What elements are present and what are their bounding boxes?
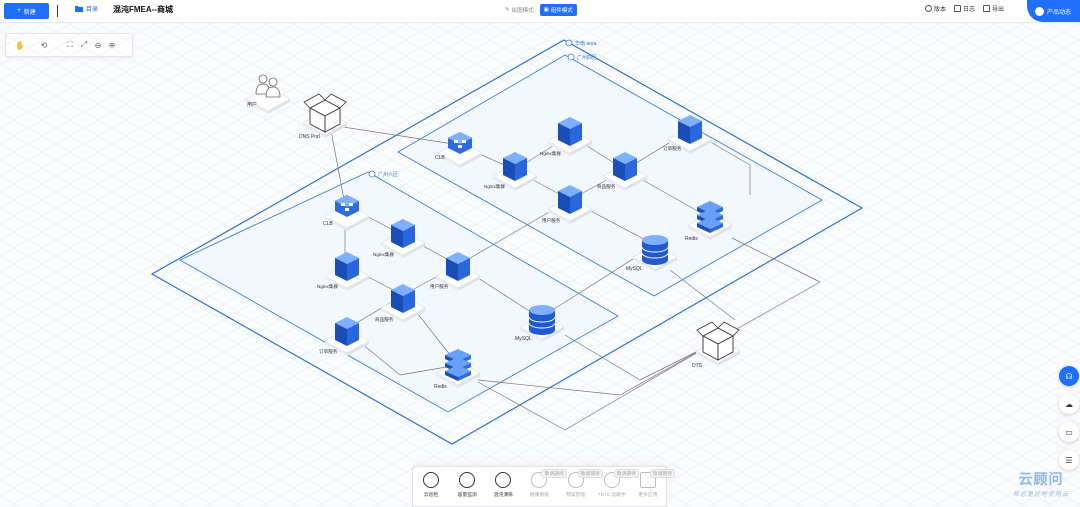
dock-item-label: 健康看板 (529, 493, 550, 498)
plus-icon: + (17, 8, 21, 14)
version-button[interactable]: 版本 (925, 4, 946, 13)
app-dock: 云巡检 容量监测 混沌演练 敬请期待 健康看板 敬请期待 预案管理 敬请期待 T… (412, 466, 676, 507)
export-label: 导出 (992, 7, 1005, 13)
zone-bottom-user-service-label: 用户服务 (430, 283, 449, 290)
directory-button[interactable]: 目录 (75, 4, 98, 13)
dock-item-chaos[interactable]: 混沌演练 (488, 472, 518, 498)
side-actions: ☊ ☁ ▭ ☰ (1059, 366, 1079, 470)
region-label-text: 华南 area (575, 40, 597, 47)
new-button[interactable]: + 新建 (4, 3, 49, 19)
component-icon: ▣ (543, 7, 549, 13)
new-button-label: 新建 (23, 9, 36, 16)
top-actions: 版本 日志 导出 (925, 4, 1004, 13)
zone-top-redis-label: Redis (685, 236, 698, 242)
zone-bottom-mysql-label: MySQL (515, 336, 532, 342)
version-label: 版本 (934, 7, 947, 13)
dock-item-label: 预案管理 (566, 493, 586, 498)
zone-top-order-service-label: 订单服务 (663, 145, 682, 152)
product-news-button[interactable]: 产品动态 (1027, 0, 1080, 22)
book-icon[interactable]: ▭ (1059, 422, 1079, 442)
document-icon (954, 5, 962, 12)
dock-item-label: 容量监测 (457, 493, 477, 498)
dock-item-inspection[interactable]: 云巡检 (416, 472, 446, 498)
zone-bottom-icon (368, 170, 376, 178)
export-icon (983, 5, 991, 12)
product-news-label: 产品动态 (1047, 9, 1072, 16)
zone-top-label: 广州四区 (577, 54, 597, 61)
divider (57, 5, 58, 17)
watermark: 云顾问 帮您更好地使用云 (1003, 469, 1079, 498)
dock-item-assistant[interactable]: 敬请期待 TBTC 云助手 (597, 469, 639, 498)
dock-item-health[interactable]: 敬请期待 健康看板 (524, 469, 567, 498)
tab-component-mode[interactable]: ▣ 组件模式 (539, 4, 577, 16)
zone-bottom-nginx1-label: Nginx集群 (373, 251, 394, 258)
tab-draw-mode[interactable]: ✎ 绘图模式 (501, 4, 538, 16)
dock-item-plan[interactable]: 敬请期待 预案管理 (561, 469, 603, 498)
cloud-icon[interactable]: ☁ (1059, 394, 1079, 414)
directory-label: 目录 (86, 7, 99, 13)
zone-top-user-service-label: 用户服务 (542, 217, 561, 224)
dts-label: DTS (692, 363, 703, 369)
dock-item-label: 云巡检 (423, 493, 439, 498)
dns-pod-label: DNS Pod (299, 134, 320, 140)
capacity-icon (459, 472, 476, 488)
coming-soon-badge: 敬请期待 (649, 469, 676, 478)
diagram-canvas[interactable]: 华南 area 广州四区 广州六区 用户 DNS Pod DTS CLB Ngi… (0, 23, 1080, 507)
dock-item-capacity[interactable]: 容量监测 (452, 472, 482, 498)
zone-top-nginx2-label: Nginx集群 (484, 183, 505, 190)
zone-bottom-clb-label: CLB (323, 221, 333, 227)
tab-component-mode-label: 组件模式 (550, 8, 573, 14)
zone-top-nginx1-label: Nginx集群 (540, 150, 561, 157)
watermark-title: 云顾问 (1018, 471, 1064, 487)
zone-bottom-nginx2-label: Nginx集群 (317, 283, 338, 290)
chaos-icon (495, 472, 512, 488)
watermark-subtitle: 帮您更好地使用云 (1012, 492, 1069, 498)
zone-top-icon (567, 53, 575, 61)
zone-top-clb-label: CLB (435, 155, 445, 161)
pencil-icon: ✎ (505, 7, 510, 13)
zone-top-mysql-label: MySQL (626, 266, 643, 272)
export-button[interactable]: 导出 (983, 4, 1004, 13)
zone-bottom-redis-label: Redis (434, 384, 447, 390)
zone-bottom-label: 广州六区 (378, 171, 398, 178)
dock-item-label: 混沌演练 (493, 493, 513, 498)
folder-icon (75, 6, 83, 12)
top-bar: + 新建 目录 混沌FMEA--商城 ✎ 绘图模式 ▣ 组件模式 版本 日志 导… (0, 0, 1080, 23)
region-label: 华南 area (565, 39, 597, 47)
log-button[interactable]: 日志 (954, 4, 975, 13)
tab-draw-mode-label: 绘图模式 (511, 8, 534, 14)
dock-item-more[interactable]: 敬请期待 更多应用 (633, 469, 676, 498)
page-title: 混沌FMEA--商城 (113, 5, 173, 14)
mode-switch: ✎ 绘图模式 ▣ 组件模式 (501, 4, 577, 16)
zone-bottom-product-service-label: 商品服务 (375, 316, 394, 323)
dock-item-label: TBTC 云助手 (597, 493, 626, 498)
zone-bottom-order-service-label: 订单服务 (319, 348, 338, 355)
clock-icon (925, 5, 932, 12)
support-headset-icon[interactable]: ☊ (1059, 366, 1079, 386)
inspection-icon (423, 472, 440, 488)
zone-top-product-service-label: 商品服务 (597, 183, 616, 190)
compass-icon (1035, 6, 1044, 16)
dock-item-label: 更多应用 (638, 493, 658, 498)
users-label: 用户 (247, 101, 257, 108)
log-label: 日志 (963, 7, 976, 13)
list-icon[interactable]: ☰ (1059, 450, 1079, 470)
